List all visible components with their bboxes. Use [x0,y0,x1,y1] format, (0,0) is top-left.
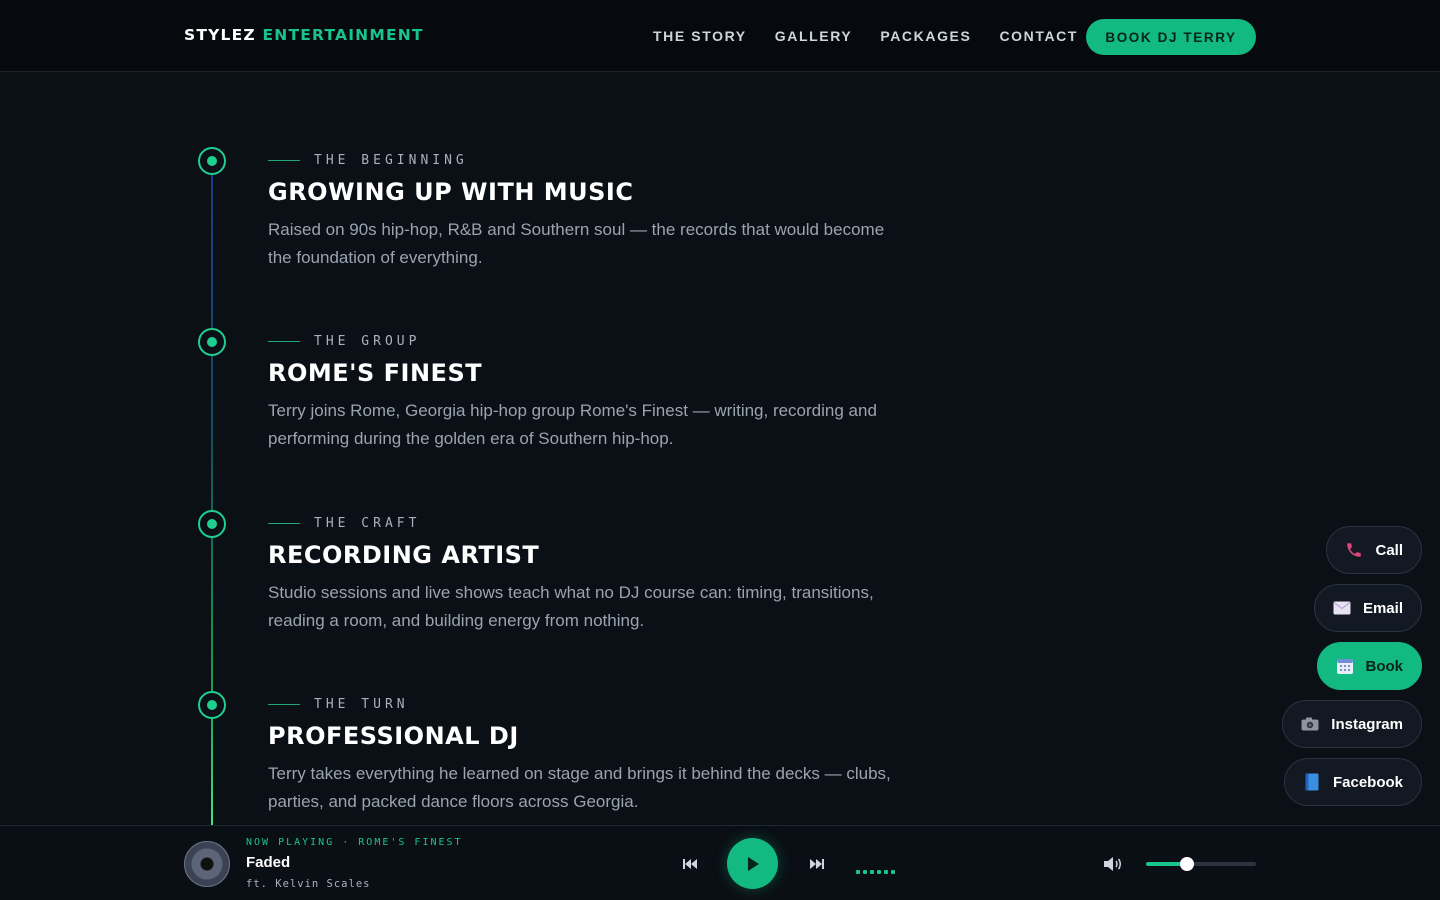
timeline-entry-group: THE GROUP ROME'S FINEST Terry joins Rome… [268,334,908,453]
top-navigation: STYLEZ ENTERTAINMENT THE STORY GALLERY P… [0,0,1440,72]
nav-link-story[interactable]: THE STORY [653,28,747,44]
entry-text: Studio sessions and live shows teach wha… [268,583,874,630]
camera-icon [1301,715,1319,733]
timeline-line [211,175,213,825]
now-playing-label: NOW PLAYING · ROME'S FINEST [246,837,463,848]
entry-text: Terry joins Rome, Georgia hip-hop group … [268,401,877,448]
nav-link-packages[interactable]: PACKAGES [880,28,971,44]
entry-title: GROWING UP WITH MUSIC [268,178,634,206]
entry-eyebrow: THE CRAFT [268,516,908,531]
brand-logo[interactable]: STYLEZ ENTERTAINMENT [184,26,424,44]
call-button[interactable]: Call [1326,526,1422,574]
track-artist: ft. Kelvin Scales [246,878,371,890]
play-icon [747,856,759,871]
instagram-label: Instagram [1331,715,1403,733]
entry-title: PROFESSIONAL DJ [268,722,519,750]
timeline-entry-beginning: THE BEGINNING GROWING UP WITH MUSIC Rais… [268,153,908,272]
previous-track-button[interactable] [680,854,700,874]
envelope-icon [1333,599,1351,617]
music-player: NOW PLAYING · ROME'S FINEST Faded ft. Ke… [0,825,1440,900]
vinyl-record-icon [184,841,230,887]
book-button[interactable]: Book [1316,642,1422,690]
next-track-button[interactable] [807,854,827,874]
brand-accent: ENTERTAINMENT [262,26,424,44]
equalizer-indicator [856,870,895,874]
entry-eyebrow: THE BEGINNING [268,153,908,168]
previous-icon [683,859,697,869]
quick-contact-buttons: Call Email Book Instagram Facebook [1282,526,1422,806]
book-label: Book [1365,657,1404,675]
email-label: Email [1362,599,1403,617]
timeline-entry-turn: THE TURN PROFESSIONAL DJ Terry takes eve… [268,697,908,816]
entry-eyebrow: THE TURN [268,697,908,712]
entry-text: Terry takes everything he learned on sta… [268,764,891,811]
volume-slider[interactable] [1146,857,1256,871]
facebook-label: Facebook [1332,773,1403,791]
call-label: Call [1375,541,1403,559]
volume-icon[interactable] [1103,856,1123,872]
facebook-button[interactable]: Facebook [1283,758,1422,806]
entry-text: Raised on 90s hip-hop, R&B and Southern … [268,220,885,267]
timeline-entry-craft: THE CRAFT RECORDING ARTIST Studio sessio… [268,516,908,635]
play-button[interactable] [727,838,778,889]
timeline-node [198,147,226,175]
timeline-node [198,328,226,356]
brand-name: STYLEZ [184,26,256,44]
phone-icon [1345,541,1363,559]
calendar-icon [1336,657,1354,675]
nav-links: THE STORY GALLERY PACKAGES CONTACT [653,28,1078,44]
timeline-node [198,510,226,538]
volume-slider-handle[interactable] [1179,857,1194,871]
entry-title: RECORDING ARTIST [268,541,540,569]
track-title: Faded [246,854,291,871]
nav-link-contact[interactable]: CONTACT [999,28,1078,44]
book-icon [1303,773,1321,791]
entry-title: ROME'S FINEST [268,359,483,387]
instagram-button[interactable]: Instagram [1282,700,1422,748]
entry-eyebrow: THE GROUP [268,334,908,349]
nav-link-gallery[interactable]: GALLERY [775,28,853,44]
book-dj-button[interactable]: BOOK DJ TERRY [1086,19,1256,55]
timeline-node [198,691,226,719]
email-button[interactable]: Email [1313,584,1422,632]
next-icon [810,859,824,869]
